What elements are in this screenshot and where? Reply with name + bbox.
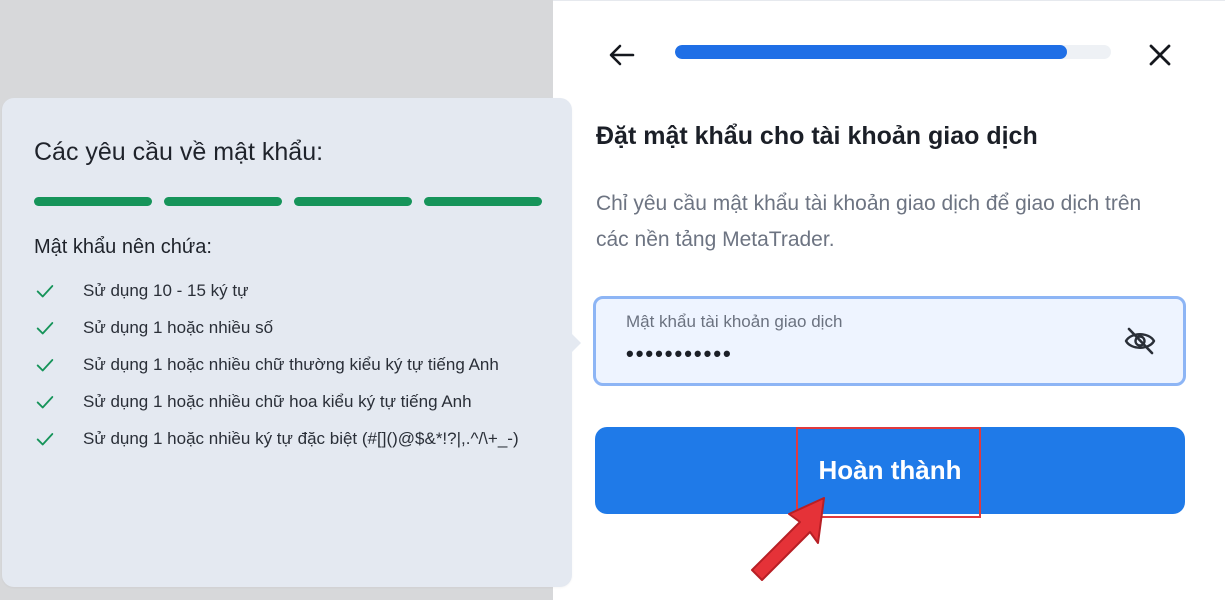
page-description: Chỉ yêu cầu mật khẩu tài khoản giao dịch…: [596, 192, 1142, 251]
step-progress-fill: [675, 45, 1068, 59]
requirement-item: Sử dụng 1 hoặc nhiều số: [34, 316, 534, 339]
trading-password-field[interactable]: Mật khẩu tài khoản giao dịch •••••••••••: [593, 296, 1186, 386]
card-pointer: [571, 333, 581, 353]
strength-segment: [34, 197, 152, 206]
step-progress-bar: [675, 45, 1111, 59]
close-icon[interactable]: [1145, 40, 1175, 70]
strength-segment: [424, 197, 542, 206]
pointer-arrow-icon: [751, 497, 825, 581]
check-icon: [36, 433, 54, 446]
check-icon: [36, 285, 54, 298]
password-input[interactable]: •••••••••••: [626, 341, 733, 367]
password-field-label: Mật khẩu tài khoản giao dịch: [626, 312, 843, 331]
requirements-title: Các yêu cầu về mật khẩu:: [34, 138, 324, 166]
check-icon: [36, 322, 54, 335]
requirement-item: Sử dụng 1 hoặc nhiều chữ thường kiểu ký …: [34, 353, 534, 376]
requirement-text: Sử dụng 10 - 15 ký tự: [83, 281, 249, 300]
requirement-text: Sử dụng 1 hoặc nhiều số: [83, 318, 274, 337]
requirements-list: Sử dụng 10 - 15 ký tự Sử dụng 1 hoặc nhi…: [34, 279, 534, 464]
eye-off-icon[interactable]: [1123, 326, 1157, 356]
arrow-left-icon[interactable]: [606, 39, 638, 71]
complete-button[interactable]: Hoàn thành: [595, 427, 1185, 514]
requirement-item: Sử dụng 1 hoặc nhiều chữ hoa kiểu ký tự …: [34, 390, 534, 413]
requirement-item: Sử dụng 10 - 15 ký tự: [34, 279, 534, 302]
requirement-text: Sử dụng 1 hoặc nhiều ký tự đặc biệt (#[]…: [83, 429, 519, 448]
check-icon: [36, 396, 54, 409]
requirement-item: Sử dụng 1 hoặc nhiều ký tự đặc biệt (#[]…: [34, 427, 534, 450]
page-title: Đặt mật khẩu cho tài khoản giao dịch: [596, 122, 1038, 150]
strength-segment: [294, 197, 412, 206]
check-icon: [36, 359, 54, 372]
requirement-text: Sử dụng 1 hoặc nhiều chữ thường kiểu ký …: [83, 355, 499, 374]
strength-segment: [164, 197, 282, 206]
password-strength-meter: [34, 197, 542, 206]
requirement-text: Sử dụng 1 hoặc nhiều chữ hoa kiểu ký tự …: [83, 392, 472, 411]
requirements-subtitle: Mật khẩu nên chứa:: [34, 236, 212, 258]
